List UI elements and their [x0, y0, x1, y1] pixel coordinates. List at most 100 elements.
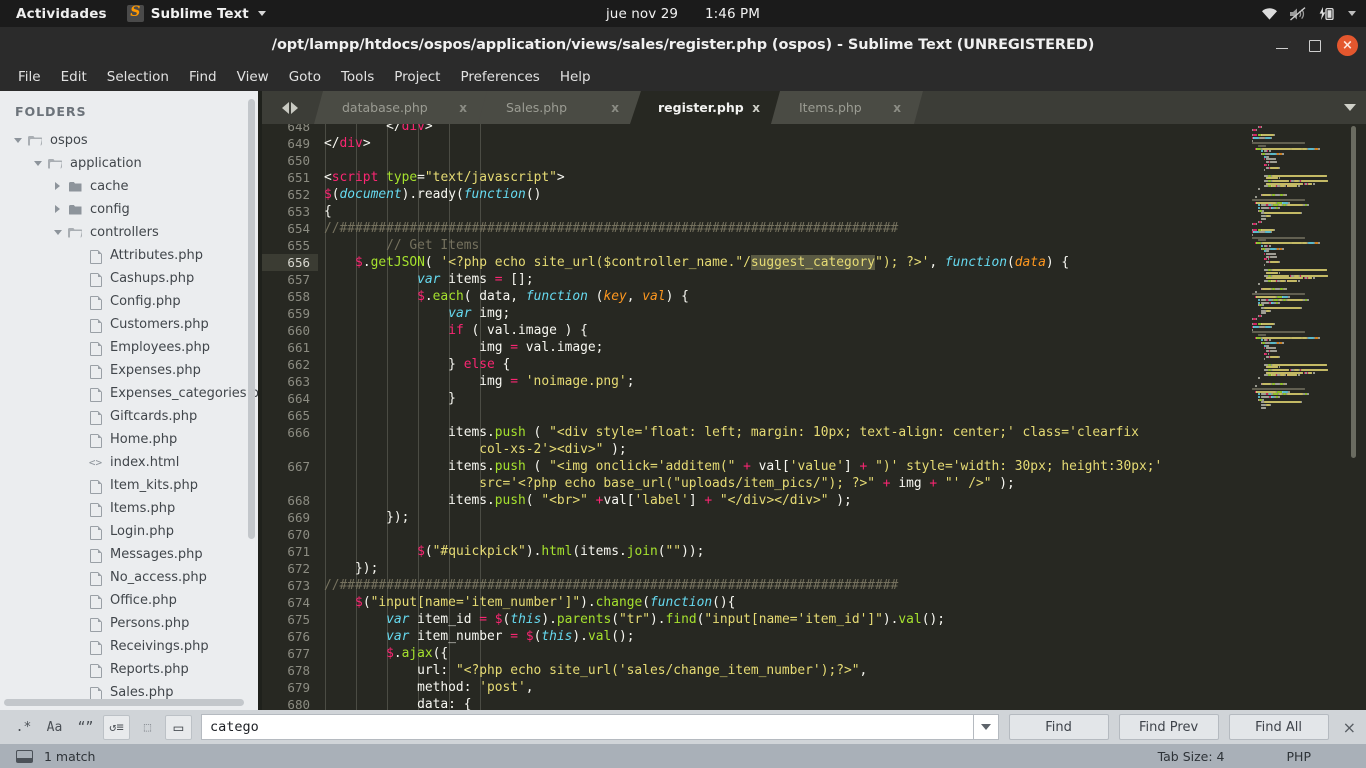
- tree-item-label: controllers: [90, 225, 159, 240]
- panel-toggle-icon[interactable]: [16, 749, 33, 763]
- tree-item[interactable]: controllers: [0, 221, 258, 244]
- regex-icon[interactable]: .*: [10, 715, 37, 740]
- tree-item[interactable]: Items.php: [0, 497, 258, 520]
- tree-item[interactable]: No_access.php: [0, 566, 258, 589]
- twisty-open-icon[interactable]: [54, 228, 63, 237]
- code-token: ( data,: [463, 289, 526, 304]
- tree-item[interactable]: Expenses_categories.php: [0, 382, 258, 405]
- minimap-line: [1267, 269, 1271, 272]
- tab-prev-arrow-icon[interactable]: [282, 101, 289, 114]
- activities-button[interactable]: Actividades: [0, 6, 121, 22]
- code-editor[interactable]: 648 649 650 651 652 653 654 655 656 657 658 659 660 6…: [262, 124, 1366, 710]
- tree-item[interactable]: Item_kits.php: [0, 474, 258, 497]
- find-prev-button[interactable]: Find Prev: [1118, 714, 1219, 740]
- tree-item[interactable]: cache: [0, 175, 258, 198]
- wrap-icon[interactable]: ↺≡: [103, 714, 130, 740]
- tree-item[interactable]: ospos: [0, 129, 258, 152]
- tab-overflow-menu-button[interactable]: [1344, 91, 1356, 124]
- app-menu-button[interactable]: Sublime Text: [121, 4, 272, 22]
- tree-item[interactable]: Config.php: [0, 290, 258, 313]
- tree-item[interactable]: Messages.php: [0, 543, 258, 566]
- whole-word-icon[interactable]: “”: [72, 715, 99, 740]
- tree-item[interactable]: config: [0, 198, 258, 221]
- tree-item[interactable]: Persons.php: [0, 612, 258, 635]
- find-button[interactable]: Find: [1008, 714, 1109, 740]
- menu-item-selection[interactable]: Selection: [97, 66, 179, 88]
- menu-item-view[interactable]: View: [227, 66, 279, 88]
- minimap-line: [1270, 136, 1273, 139]
- tab-close-icon[interactable]: x: [893, 101, 901, 115]
- code-token: ,: [525, 680, 534, 695]
- tree-item[interactable]: Expenses.php: [0, 359, 258, 382]
- minimap-line: [1317, 242, 1320, 245]
- menu-item-find[interactable]: Find: [179, 66, 227, 88]
- system-tray[interactable]: [1261, 0, 1356, 27]
- tree-item-label: Sales.php: [110, 685, 174, 700]
- code-token: (: [525, 459, 550, 474]
- status-bar-right: Tab Size: 4 PHP: [1158, 749, 1366, 764]
- sidebar-vertical-scrollbar[interactable]: [248, 99, 255, 539]
- minimap-line: [1252, 323, 1258, 326]
- tree-item[interactable]: Reports.php: [0, 658, 258, 681]
- minimap-line: [1263, 212, 1301, 215]
- tab-database-php[interactable]: database.php x: [314, 91, 489, 124]
- tree-item[interactable]: Employees.php: [0, 336, 258, 359]
- tree-item[interactable]: Cashups.php: [0, 267, 258, 290]
- tab-size-label[interactable]: Tab Size: 4: [1158, 749, 1225, 764]
- tab-scroll-arrows[interactable]: [270, 91, 310, 124]
- tab-Sales-php[interactable]: Sales.php x: [478, 91, 641, 124]
- tree-item[interactable]: Attributes.php: [0, 244, 258, 267]
- case-sensitive-icon[interactable]: Aa: [41, 715, 68, 740]
- syntax-label[interactable]: PHP: [1287, 749, 1311, 764]
- twisty-open-icon[interactable]: [14, 136, 23, 145]
- in-selection-icon[interactable]: ⬚: [134, 715, 161, 740]
- minimap-viewport-scrollbar[interactable]: [1351, 126, 1356, 458]
- find-all-button[interactable]: Find All: [1228, 714, 1329, 740]
- menu-item-project[interactable]: Project: [384, 66, 450, 88]
- no-twisty: [74, 619, 83, 628]
- minimize-button[interactable]: [1273, 36, 1291, 54]
- tree-item[interactable]: <> index.html: [0, 451, 258, 474]
- close-find-bar-button[interactable]: ×: [1343, 718, 1356, 737]
- tree-item[interactable]: Login.php: [0, 520, 258, 543]
- find-input-wrapper[interactable]: [201, 714, 974, 740]
- tab-Items-php[interactable]: Items.php x: [771, 91, 923, 124]
- tab-close-icon[interactable]: x: [611, 101, 619, 115]
- menu-item-preferences[interactable]: Preferences: [450, 66, 549, 88]
- minimap-line: [1290, 147, 1303, 150]
- sidebar-horizontal-scrollbar[interactable]: [4, 699, 244, 706]
- minimap[interactable]: [1248, 124, 1356, 710]
- tree-item[interactable]: Office.php: [0, 589, 258, 612]
- tree-item[interactable]: Giftcards.php: [0, 405, 258, 428]
- tab-next-arrow-icon[interactable]: [291, 101, 298, 114]
- code-token: each: [432, 289, 464, 304]
- system-menu-chevron-down-icon[interactable]: [1348, 11, 1356, 16]
- menu-item-goto[interactable]: Goto: [279, 66, 331, 88]
- twisty-open-icon[interactable]: [34, 159, 43, 168]
- highlight-results-icon[interactable]: ▭: [165, 714, 192, 740]
- tree-item[interactable]: Home.php: [0, 428, 258, 451]
- menu-item-file[interactable]: File: [8, 66, 51, 88]
- search-input[interactable]: [202, 719, 973, 735]
- menu-item-help[interactable]: Help: [550, 66, 601, 88]
- twisty-closed-icon[interactable]: [54, 182, 63, 191]
- tree-item[interactable]: application: [0, 152, 258, 175]
- minimap-line: [1254, 290, 1258, 293]
- close-button[interactable]: ×: [1337, 34, 1358, 56]
- code-content[interactable]: </div> </div> <script type="text/javascrip…: [324, 124, 1366, 710]
- menu-item-tools[interactable]: Tools: [331, 66, 384, 88]
- tab-close-icon[interactable]: x: [459, 101, 467, 115]
- tab-close-icon[interactable]: x: [752, 101, 760, 115]
- code-token: "": [665, 544, 682, 559]
- twisty-closed-icon[interactable]: [54, 205, 63, 214]
- menu-item-edit[interactable]: Edit: [51, 66, 97, 88]
- maximize-button[interactable]: [1305, 36, 1323, 54]
- tab-register-php[interactable]: register.php x: [630, 91, 782, 124]
- tree-item[interactable]: Receivings.php: [0, 635, 258, 658]
- minimap-line: [1270, 325, 1273, 328]
- tree-item[interactable]: Customers.php: [0, 313, 258, 336]
- find-history-button[interactable]: [973, 714, 999, 740]
